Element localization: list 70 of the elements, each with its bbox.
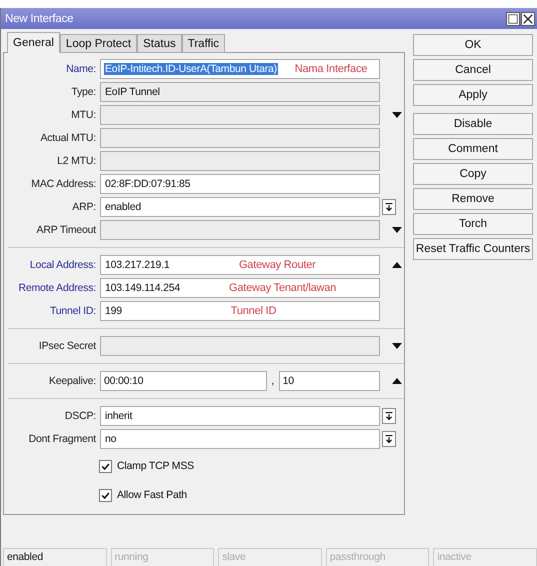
annotation: Nama Interface	[294, 63, 368, 75]
status-cell: inactive	[433, 548, 537, 566]
field-value: 02:8F:DD:07:91:85	[104, 178, 192, 190]
field-label: Dont Fragment	[28, 433, 96, 445]
field-label: IPsec Secret	[38, 340, 96, 352]
input-field[interactable]: enabled	[100, 197, 380, 217]
field-label: Type:	[70, 86, 96, 98]
close-icon[interactable]	[521, 12, 535, 26]
field-value: enabled	[104, 201, 142, 213]
input-field[interactable]: EoIP-Intitech.ID-UserA(Tambun Utara) Nama Interface	[100, 59, 380, 79]
input-field[interactable]: EoIP Tunnel	[100, 82, 380, 102]
separator-text: ,	[270, 375, 276, 387]
action-button[interactable]: Cancel	[413, 59, 533, 81]
action-button[interactable]: Torch	[413, 213, 533, 235]
field-label: MTU:	[70, 109, 96, 121]
status-cell: running	[110, 548, 214, 566]
annotation: Tunnel ID	[230, 305, 276, 317]
status-cell: passthrough	[326, 548, 430, 566]
input-field[interactable]: 103.149.114.254 Gateway Tenant/lawan	[100, 278, 380, 298]
field-value: inherit	[104, 410, 134, 422]
input-field[interactable]: 02:8F:DD:07:91:85	[100, 174, 380, 194]
input-field[interactable]: inherit	[100, 406, 380, 426]
field-label: MAC Address:	[30, 178, 96, 190]
status-cell: slave	[218, 548, 322, 566]
input-field[interactable]: 00:00:10	[100, 371, 267, 391]
field-label: Name:	[65, 63, 96, 75]
action-button[interactable]: Disable	[413, 113, 533, 135]
field-label: Local Address:	[28, 259, 96, 271]
field-value: EoIP Tunnel	[104, 86, 161, 98]
action-button[interactable]: Remove	[413, 188, 533, 210]
checkbox-label: Allow Fast Path	[117, 489, 187, 501]
action-button[interactable]: Comment	[413, 138, 533, 160]
field-value: EoIP-Intitech.ID-UserA(Tambun Utara)	[104, 63, 278, 75]
tab[interactable]: Traffic	[182, 34, 226, 53]
field-label: Tunnel ID:	[48, 305, 96, 317]
input-field[interactable]: 103.217.219.1 Gateway Router	[100, 255, 380, 275]
tab[interactable]: Status	[137, 34, 182, 53]
field-value: 199	[104, 305, 123, 317]
field-value: 103.217.219.1	[104, 259, 171, 271]
input-field[interactable]	[100, 220, 380, 240]
action-button[interactable]: Reset Traffic Counters	[413, 238, 533, 260]
maximize-icon[interactable]	[506, 12, 520, 26]
tab[interactable]: Loop Protect	[60, 34, 138, 53]
checkbox[interactable]	[99, 488, 112, 502]
action-button[interactable]: Apply	[413, 84, 533, 106]
tab[interactable]: General	[7, 32, 60, 53]
field-value: no	[104, 433, 118, 445]
input-field[interactable]	[100, 151, 380, 171]
field-label: ARP Timeout	[36, 224, 96, 236]
field-value: 103.149.114.254	[104, 282, 182, 294]
field-label: Keepalive:	[48, 375, 96, 387]
input-field[interactable]: no	[100, 429, 380, 449]
field-label: L2 MTU:	[56, 155, 96, 167]
input-field[interactable]: 199 Tunnel ID	[100, 301, 380, 321]
checkbox-label: Clamp TCP MSS	[117, 460, 194, 472]
input-field[interactable]	[100, 336, 380, 356]
checkbox[interactable]	[99, 460, 112, 472]
status-cell: enabled	[3, 548, 107, 566]
window-title: New Interface	[5, 12, 74, 24]
annotation: Gateway Tenant/lawan	[228, 282, 336, 294]
input-field[interactable]: 10	[278, 371, 380, 391]
field-label: Remote Address:	[17, 282, 96, 294]
field-label: DSCP:	[64, 410, 96, 422]
input-field[interactable]	[100, 128, 380, 148]
action-button[interactable]: OK	[413, 34, 533, 56]
field-label: Actual MTU:	[39, 132, 96, 144]
annotation: Gateway Router	[238, 259, 316, 271]
input-field[interactable]	[100, 105, 380, 125]
action-button[interactable]: Copy	[413, 163, 533, 185]
field-label: ARP:	[71, 201, 96, 213]
